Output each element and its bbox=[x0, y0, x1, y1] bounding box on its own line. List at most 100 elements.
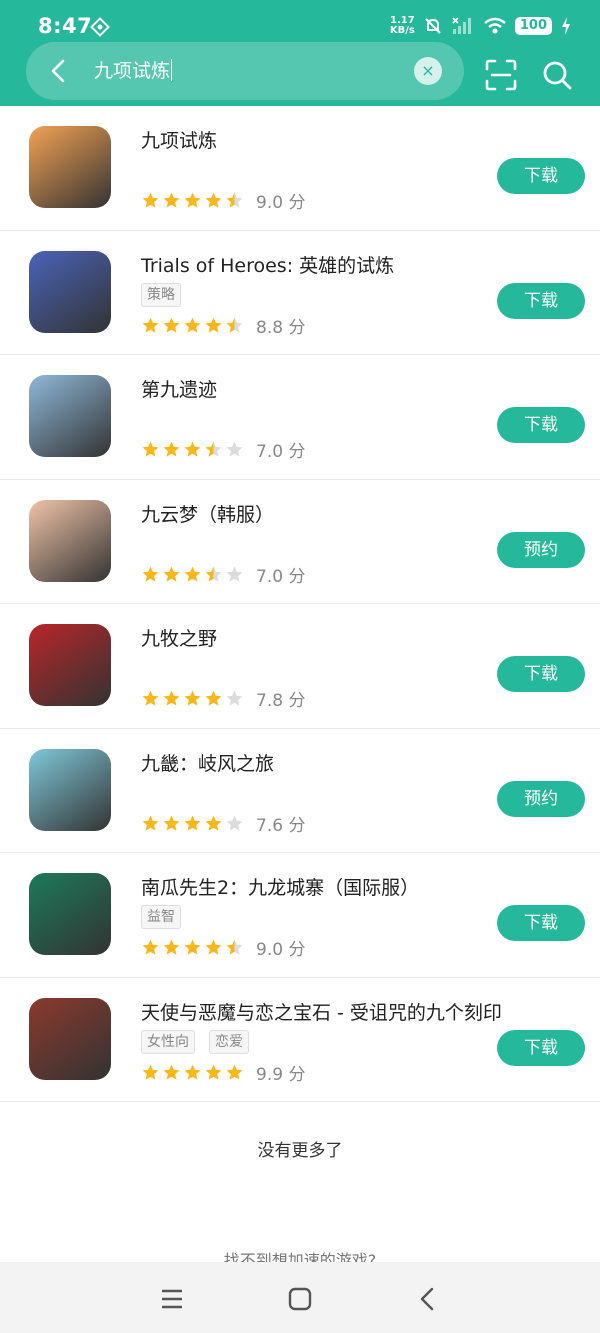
star-icon bbox=[226, 939, 243, 955]
status-time: 8:47 bbox=[38, 14, 93, 38]
app-list-item[interactable]: 九畿：岐风之旅 7.6 分 预约 bbox=[0, 729, 600, 853]
app-list-item[interactable]: 九云梦（韩服） 7.0 分 预约 bbox=[0, 480, 600, 604]
download-button[interactable]: 下载 bbox=[497, 407, 585, 443]
star-icon bbox=[163, 566, 180, 582]
star-icon bbox=[163, 815, 180, 831]
star-icon bbox=[226, 815, 243, 831]
app-icon[interactable] bbox=[29, 997, 111, 1080]
app-icon[interactable] bbox=[29, 748, 111, 831]
app-rating: 7.8 分 bbox=[141, 686, 305, 711]
star-icon bbox=[184, 317, 201, 333]
star-icon bbox=[163, 939, 180, 955]
status-bar: 8:47 1.17 KB/s 100 bbox=[0, 0, 600, 42]
status-indicators: 1.17 KB/s 100 bbox=[390, 14, 572, 38]
app-score: 7.6 分 bbox=[256, 815, 306, 836]
app-score: 9.9 分 bbox=[256, 1064, 306, 1085]
star-icon bbox=[184, 566, 201, 582]
star-icon bbox=[163, 441, 180, 457]
download-button[interactable]: 下载 bbox=[497, 656, 585, 692]
app-icon[interactable] bbox=[29, 499, 111, 582]
app-list-item[interactable]: 南瓜先生2：九龙城寨（国际服） 益智 9.0 分 下载 bbox=[0, 853, 600, 978]
app-icon[interactable] bbox=[29, 873, 111, 955]
app-title[interactable]: Trials of Heroes: 英雄的试炼 bbox=[141, 251, 394, 278]
download-button[interactable]: 下载 bbox=[497, 905, 585, 941]
app-list-item[interactable]: 天使与恶魔与恋之宝石 - 受诅咒的九个刻印 女性向 恋爱 9.9 分 下载 bbox=[0, 978, 600, 1102]
download-button[interactable]: 下载 bbox=[497, 282, 585, 319]
star-icon bbox=[205, 441, 222, 457]
search-results-list: 九项试炼 9.0 分下载 Trials of Heroes: 英雄的试炼 策略 8.… bbox=[0, 106, 600, 1102]
reserve-button[interactable]: 预约 bbox=[497, 780, 585, 817]
wifi-icon bbox=[484, 17, 506, 34]
star-icon bbox=[226, 317, 243, 333]
app-tag: 策略 bbox=[141, 282, 181, 307]
star-icon bbox=[163, 192, 180, 208]
star-icon bbox=[205, 690, 222, 706]
network-speed: 1.17 KB/s bbox=[389, 15, 415, 36]
star-icon bbox=[226, 566, 243, 582]
app-rating: 9.0 分 bbox=[141, 188, 305, 213]
menu-icon[interactable] bbox=[157, 1284, 187, 1314]
app-header: 8:47 1.17 KB/s 100 九项试炼 × bbox=[0, 0, 600, 106]
star-icon bbox=[142, 690, 159, 706]
app-title[interactable]: 第九遗迹 bbox=[141, 375, 217, 402]
star-icon bbox=[142, 939, 159, 955]
battery-level: 100 bbox=[514, 17, 552, 35]
search-icon[interactable] bbox=[540, 58, 574, 92]
back-icon[interactable] bbox=[413, 1284, 443, 1314]
mute-bell-icon bbox=[425, 18, 441, 34]
star-icon bbox=[184, 939, 201, 955]
app-title[interactable]: 九牧之野 bbox=[141, 624, 217, 651]
app-score: 7.8 分 bbox=[256, 691, 306, 711]
no-more-text: 没有更多了 bbox=[257, 1141, 343, 1161]
app-list-item[interactable]: 九项试炼 9.0 分 下载 bbox=[0, 106, 600, 231]
star-icon bbox=[184, 690, 201, 706]
app-list-item[interactable]: 九牧之野 7.8 分 下载 bbox=[0, 604, 600, 729]
star-icon bbox=[226, 1064, 243, 1080]
app-list-item[interactable]: 第九遗迹 7.0 分 下载 bbox=[0, 355, 600, 480]
app-tags: 女性向 恋爱 bbox=[141, 1029, 249, 1054]
app-rating: 7.0 分 bbox=[141, 437, 305, 462]
app-score: 9.0 分 bbox=[256, 193, 306, 213]
star-icon bbox=[184, 815, 201, 831]
app-rating: 8.8 分 bbox=[141, 313, 305, 338]
app-icon[interactable] bbox=[29, 624, 111, 706]
system-nav-bar bbox=[0, 1262, 600, 1333]
app-icon[interactable] bbox=[29, 250, 111, 333]
scan-icon[interactable] bbox=[484, 58, 518, 92]
star-icon bbox=[142, 441, 159, 457]
search-input[interactable]: 九项试炼 bbox=[94, 57, 173, 85]
star-icon bbox=[142, 317, 159, 333]
download-button[interactable]: 下载 bbox=[497, 1029, 585, 1066]
star-icon bbox=[142, 192, 159, 208]
star-icon bbox=[163, 317, 180, 333]
app-icon[interactable] bbox=[29, 126, 111, 208]
app-tag: 恋爱 bbox=[209, 1029, 249, 1054]
app-rating: 9.9 分 bbox=[141, 1060, 305, 1085]
star-icon bbox=[142, 1064, 159, 1080]
clear-search-button[interactable]: × bbox=[414, 57, 442, 85]
app-title[interactable]: 南瓜先生2：九龙城寨（国际服） bbox=[141, 873, 419, 900]
app-tag: 女性向 bbox=[141, 1029, 195, 1054]
star-icon bbox=[205, 1064, 222, 1080]
app-list-item[interactable]: Trials of Heroes: 英雄的试炼 策略 8.8 分 下载 bbox=[0, 231, 600, 355]
search-box[interactable]: 九项试炼 × bbox=[26, 42, 464, 100]
app-title[interactable]: 天使与恶魔与恋之宝石 - 受诅咒的九个刻印 bbox=[141, 998, 502, 1025]
app-score: 8.8 分 bbox=[256, 317, 306, 338]
app-title[interactable]: 九云梦（韩服） bbox=[141, 500, 274, 527]
signal-icon bbox=[452, 17, 471, 34]
app-title[interactable]: 九畿：岐风之旅 bbox=[141, 749, 274, 776]
star-icon bbox=[226, 192, 243, 208]
reserve-button[interactable]: 预约 bbox=[497, 531, 585, 568]
app-icon[interactable] bbox=[29, 375, 111, 457]
back-arrow-icon[interactable] bbox=[44, 56, 74, 86]
app-title[interactable]: 九项试炼 bbox=[141, 126, 217, 153]
app-rating: 9.0 分 bbox=[141, 935, 305, 960]
star-icon bbox=[205, 939, 222, 955]
star-icon bbox=[184, 441, 201, 457]
download-button[interactable]: 下载 bbox=[497, 158, 585, 194]
home-icon[interactable] bbox=[285, 1284, 315, 1314]
star-icon bbox=[226, 441, 243, 457]
star-icon bbox=[205, 192, 222, 208]
star-icon bbox=[142, 815, 159, 831]
star-icon bbox=[163, 1064, 180, 1080]
